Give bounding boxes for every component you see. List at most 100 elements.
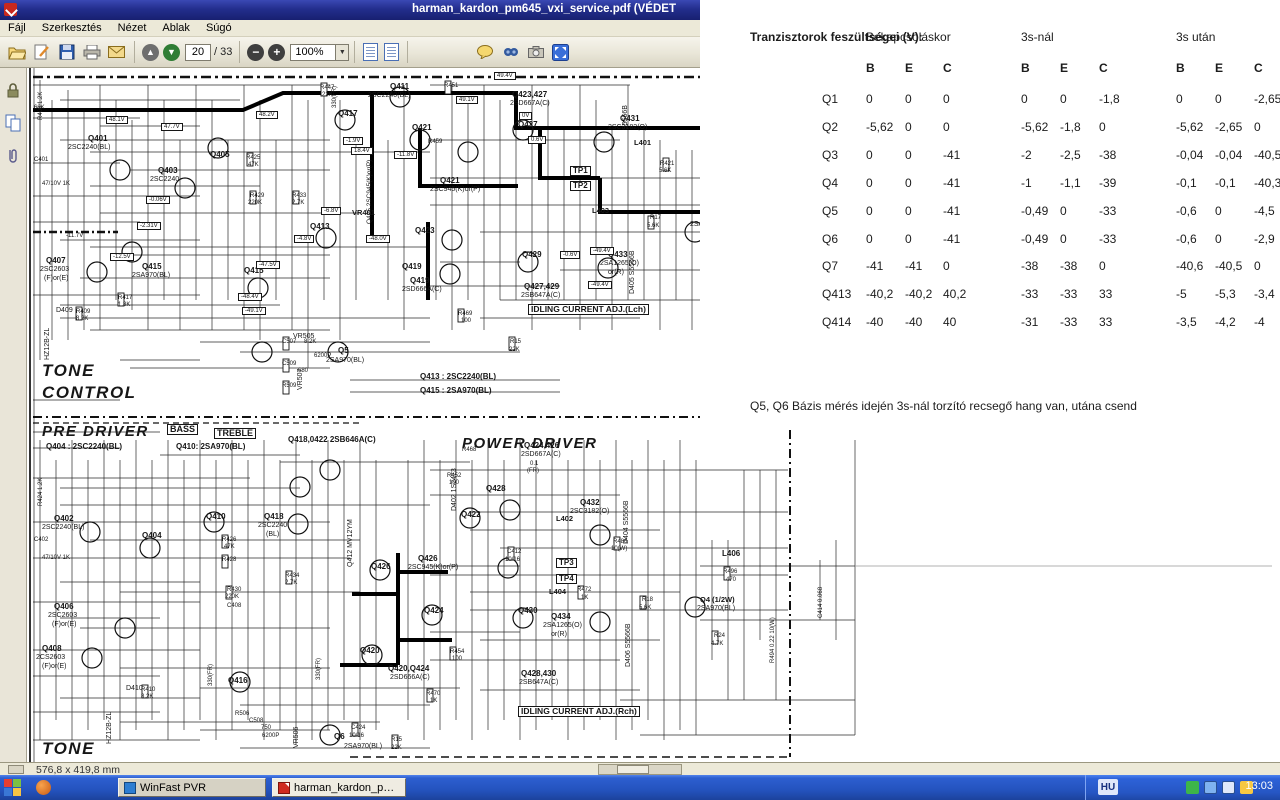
schematic-label: D406 S5566B (625, 623, 632, 667)
fit-page-button[interactable] (363, 43, 379, 61)
page-number-input[interactable] (185, 43, 211, 61)
schematic-label: C424 (351, 725, 366, 731)
horizontal-scrollbar[interactable] (598, 764, 682, 775)
overlay-cell: -41 (905, 259, 923, 274)
menu-item-2[interactable]: Szerkesztés (34, 21, 110, 35)
schematic-label: 49.4V (494, 72, 516, 81)
zoom-level-select[interactable]: 100% (290, 43, 337, 61)
save-button[interactable] (54, 40, 79, 65)
overlay-cell: 0 (1099, 119, 1106, 134)
menu-item-4[interactable]: Ablak (154, 21, 198, 35)
email-button[interactable] (104, 40, 129, 65)
schematic-label: 2SD667A(C) (521, 451, 561, 458)
zoom-in-button[interactable]: + (268, 43, 286, 61)
schematic-label: R409 (76, 309, 91, 315)
start-button[interactable] (3, 778, 22, 797)
schematic-label: 1.8K (118, 302, 131, 308)
overlay-cell: -4 (1254, 315, 1265, 330)
schematic-label: Q404 (142, 531, 162, 540)
lock-icon[interactable] (5, 82, 22, 100)
zoom-dropdown-arrow[interactable]: ▼ (336, 43, 350, 61)
schematic-label: VR506 (293, 726, 300, 748)
fit-width-button[interactable] (384, 43, 400, 61)
overlay-cell: 0 (1215, 203, 1222, 218)
toolbar-separator (134, 41, 135, 63)
overlay-cell: -40 (866, 315, 884, 330)
fullscreen-button[interactable] (548, 40, 573, 65)
schematic-label: R410 (141, 687, 156, 693)
schematic-label: L406 (722, 549, 741, 558)
schematic-label: 0.1 (530, 461, 539, 467)
attachment-icon[interactable] (5, 148, 22, 166)
display-tray-icon[interactable] (1204, 781, 1217, 794)
next-page-button[interactable]: ▼ (163, 43, 180, 61)
schematic-label: -4.8V (294, 235, 315, 244)
schematic-label: -0.6V (560, 251, 581, 260)
schematic-label: D409 (56, 307, 73, 314)
pages-icon[interactable] (5, 114, 22, 132)
taskbar-task-1[interactable]: WinFast PVR (118, 778, 266, 797)
schematic-label: C507 (282, 339, 297, 345)
schematic-label: R24 (714, 633, 726, 639)
zoom-out-button[interactable]: − (247, 43, 265, 61)
schematic-label: TP2 (570, 181, 591, 192)
print-button[interactable] (79, 40, 104, 65)
scrollbar-thumb[interactable] (617, 765, 649, 774)
schematic-label: Q412 MV12YM (347, 519, 354, 567)
task-label: harman_kardon_pm... (294, 781, 400, 794)
edit-button[interactable] (29, 40, 54, 65)
schematic-label: 220K (248, 200, 263, 206)
overlay-row-label: Q6 (822, 231, 839, 246)
menu-item-1[interactable]: Fájl (0, 21, 34, 35)
overlay-subcolumn-header: C (943, 61, 952, 75)
antivirus-tray-icon[interactable] (1186, 781, 1199, 794)
schematic-label: 2SC3182(O) (570, 508, 610, 515)
schematic-label: Q420 (360, 646, 380, 655)
comment-button[interactable] (473, 40, 498, 65)
overlay-cell: 0 (866, 203, 873, 218)
menu-item-3[interactable]: Nézet (110, 21, 155, 35)
schematic-label: C508 (249, 718, 264, 724)
language-indicator[interactable]: HU (1098, 779, 1118, 795)
start-logo-square (13, 788, 21, 796)
schematic-label: Q406 (54, 602, 74, 611)
taskbar-task-2[interactable]: harman_kardon_pm... (272, 778, 406, 797)
schematic-label: 330(FR) (332, 85, 338, 108)
schematic-label: 2SB647A(C) (521, 292, 561, 299)
overlay-row-label: Q413 (822, 287, 852, 302)
overlay-cell: -0,04 (1176, 147, 1204, 162)
overlay-cell: -33 (1099, 231, 1117, 246)
schematic-label: TREBLE (214, 428, 256, 440)
overlay-cell: -1,8 (1060, 119, 1081, 134)
network-tray-icon[interactable] (1222, 781, 1235, 794)
overlay-cell: 0 (1060, 231, 1067, 246)
search-button[interactable] (498, 40, 523, 65)
schematic-label: (FR) (527, 468, 539, 474)
schematic-label: 8.2K (141, 694, 154, 700)
quick-launch-icon[interactable] (36, 780, 51, 795)
menu-item-5[interactable]: Súgó (198, 21, 240, 35)
schematic-label: 47/10V 1K (42, 181, 71, 187)
schematic-label: 0V (519, 112, 533, 121)
overlay-panel: Tranzisztorok feszültségei (V): Q5, Q6 B… (700, 0, 1280, 430)
overlay-cell: -39 (1099, 175, 1117, 190)
overlay-cell: -5,62 (1176, 119, 1204, 134)
previous-page-button[interactable]: ▲ (142, 43, 159, 61)
snapshot-button[interactable] (523, 40, 548, 65)
schematic-label: -47.5V (256, 261, 280, 270)
schematic-label: R17 (650, 215, 662, 221)
open-button[interactable] (4, 40, 29, 65)
overlay-cell: -5 (1176, 287, 1187, 302)
schematic-label: 2SC945(K)or(P) (408, 564, 459, 571)
schematic-label: -11.8V (394, 151, 418, 160)
schematic-label: Q427 (518, 120, 538, 129)
overlay-cell: 0 (1060, 203, 1067, 218)
overlay-cell: 0 (866, 175, 873, 190)
schematic-label: Q424,426 (524, 441, 560, 450)
schematic-label: C414 0.068 (818, 586, 824, 618)
schematic-label: -6.8V (321, 207, 342, 216)
overlay-cell: -40,5 (1254, 147, 1280, 162)
schematic-label: 2SD667A(C) (510, 100, 550, 107)
navigation-sidebar (0, 68, 27, 762)
overlay-cell: -0,49 (1021, 231, 1049, 246)
